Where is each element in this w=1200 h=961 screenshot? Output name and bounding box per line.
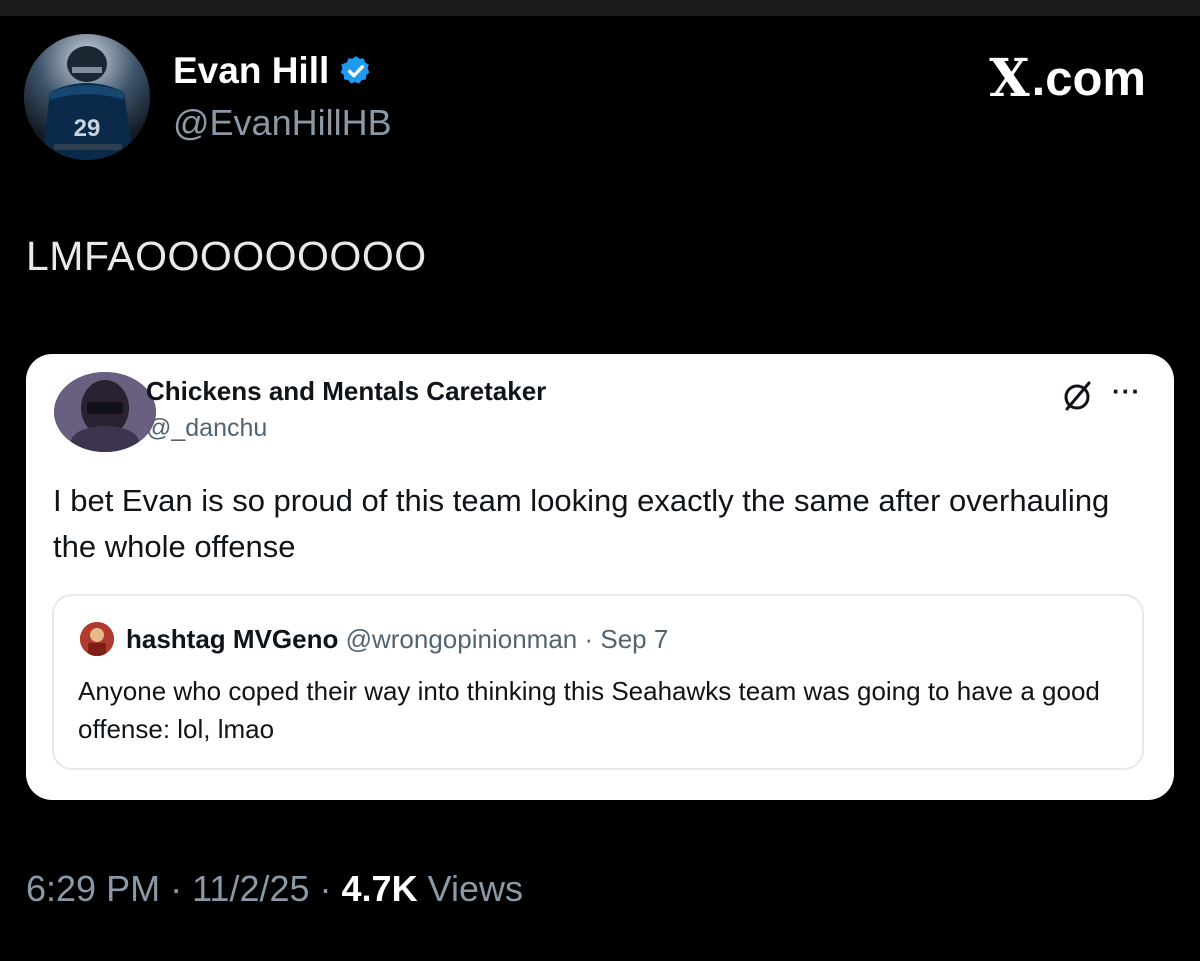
nested-quote-text: Anyone who coped their way into thinking… <box>78 676 1100 744</box>
quoted-author-handle[interactable]: @_danchu <box>146 414 267 443</box>
jersey-number: 29 <box>74 115 101 142</box>
grok-icon[interactable] <box>1059 378 1095 414</box>
tweet-time[interactable]: 6:29 PM <box>26 868 160 909</box>
author-avatar[interactable]: 29 <box>24 34 150 160</box>
brand-suffix: .com <box>1031 51 1146 106</box>
views-label: Views <box>427 868 523 909</box>
brand-logo-letter: X <box>989 48 1030 109</box>
tweet-meta: 6:29 PM · 11/2/25 · 4.7K Views <box>26 868 523 910</box>
top-status-strip <box>0 0 1200 16</box>
nested-quote-header: hashtag MVGeno @wrongopinionman · Sep 7 <box>126 624 668 655</box>
author-name[interactable]: Evan Hill <box>173 50 329 92</box>
nested-date[interactable]: Sep 7 <box>600 624 668 654</box>
tweet-text: LMFAOOOOOOOOO <box>26 233 427 279</box>
quoted-author-name[interactable]: Chickens and Mentals Caretaker <box>146 376 546 407</box>
more-icon[interactable]: ··· <box>1112 376 1141 407</box>
nested-author-name[interactable]: hashtag MVGeno <box>126 624 338 654</box>
meta-separator-1: · <box>160 868 193 909</box>
x-logo-icon: X .com <box>989 48 1146 109</box>
author-name-row: Evan Hill <box>173 50 373 92</box>
nested-author-avatar[interactable] <box>80 622 114 656</box>
quoted-tweet-text: I bet Evan is so proud of this team look… <box>53 483 1110 564</box>
author-handle[interactable]: @EvanHillHB <box>173 102 392 144</box>
tweet-date[interactable]: 11/2/25 <box>192 868 309 909</box>
nested-quote-card[interactable]: hashtag MVGeno @wrongopinionman · Sep 7 … <box>52 594 1144 770</box>
nested-separator: · <box>584 624 594 654</box>
meta-separator-2: · <box>309 868 342 909</box>
views-count[interactable]: 4.7K <box>342 868 418 909</box>
quoted-author-avatar[interactable] <box>54 372 156 452</box>
quoted-tweet-card[interactable]: Chickens and Mentals Caretaker @_danchu … <box>26 354 1174 800</box>
nested-author-handle[interactable]: @wrongopinionman <box>346 624 578 654</box>
verified-badge-icon <box>339 54 373 88</box>
